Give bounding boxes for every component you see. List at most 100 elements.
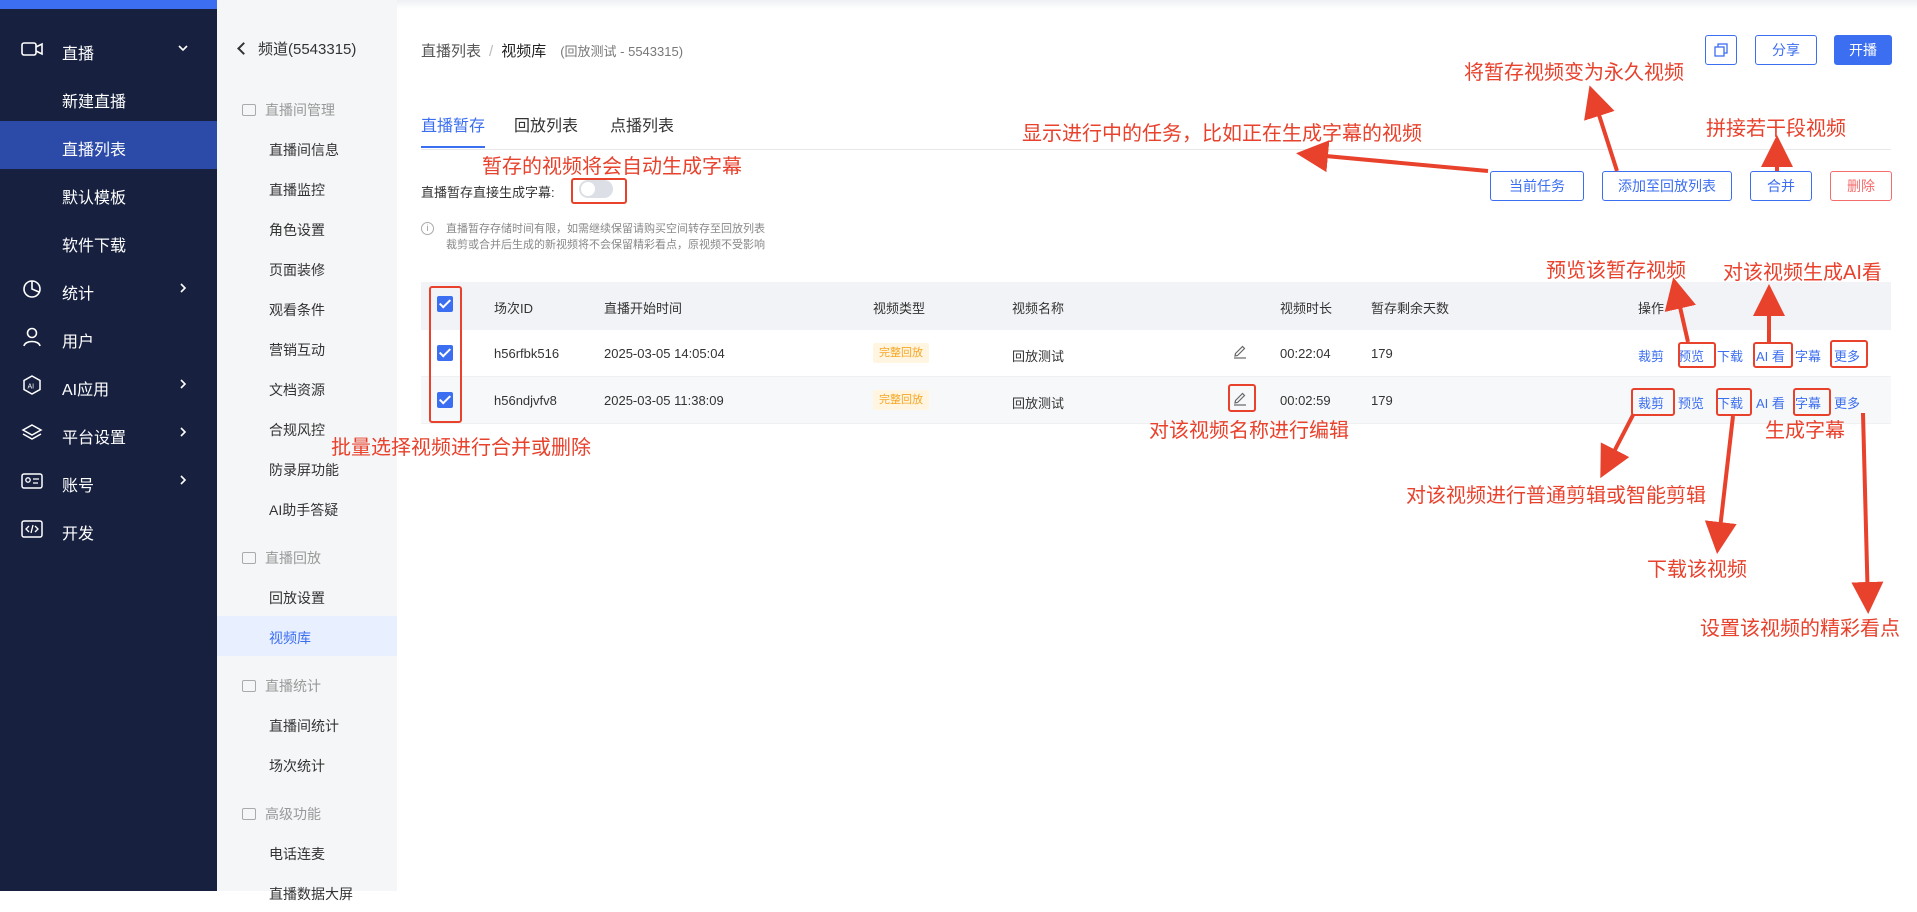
sub-item[interactable]: AI助手答疑 bbox=[217, 488, 397, 528]
header-start-time: 直播开始时间 bbox=[604, 301, 683, 316]
nav-label: 平台设置 bbox=[62, 430, 127, 447]
layers-icon bbox=[21, 424, 43, 440]
sub-item-label: 直播间统计 bbox=[269, 718, 339, 734]
breadcrumb-root[interactable]: 直播列表 bbox=[421, 43, 481, 60]
subtitle-link[interactable]: 字幕 bbox=[1795, 346, 1821, 365]
start-live-button[interactable]: 开播 bbox=[1834, 35, 1892, 65]
sub-item-label: 角色设置 bbox=[269, 222, 325, 238]
back-to-channel[interactable]: 频道(5543315) bbox=[237, 38, 356, 59]
annotation-box-preview bbox=[1678, 342, 1716, 368]
tab-playback-list[interactable]: 回放列表 bbox=[514, 112, 578, 136]
table-row: h56rfbk516 2025-03-05 14:05:04 完整回放 回放测试… bbox=[421, 330, 1891, 377]
nav-sub-label: 新建直播 bbox=[62, 94, 127, 111]
cell-name: 回放测试 bbox=[1012, 396, 1065, 411]
sub-item[interactable]: 场次统计 bbox=[217, 744, 397, 784]
copy-button[interactable] bbox=[1705, 35, 1737, 65]
sub-item[interactable]: 直播监控 bbox=[217, 168, 397, 208]
nav-sub-live-list[interactable]: 直播列表 bbox=[0, 121, 217, 169]
chevron-right-icon bbox=[180, 379, 187, 389]
annotation-box-toggle bbox=[571, 178, 627, 204]
breadcrumb-current: 视频库 bbox=[501, 43, 547, 60]
cell-duration: 00:02:59 bbox=[1280, 393, 1331, 408]
sub-item[interactable]: 回放设置 bbox=[217, 576, 397, 616]
preview-link[interactable]: 预览 bbox=[1678, 393, 1704, 412]
bar-chart-icon bbox=[242, 680, 256, 692]
nav-label: 统计 bbox=[62, 286, 95, 303]
nav-item-live[interactable]: 直播 bbox=[0, 25, 217, 73]
code-icon bbox=[21, 520, 43, 538]
annotation-subtitle: 生成字幕 bbox=[1765, 420, 1845, 442]
nav-label: AI应用 bbox=[62, 382, 110, 399]
nav-item-users[interactable]: 用户 bbox=[0, 313, 217, 361]
annotation-auto-subtitle: 暂存的视频将会自动生成字幕 bbox=[482, 156, 742, 178]
info-line-1: 直播暂存存储时间有限，如需继续保留请购买空间转存至回放列表 bbox=[446, 223, 765, 235]
nav-item-platform-settings[interactable]: 平台设置 bbox=[0, 409, 217, 457]
sub-item[interactable]: 直播数据大屏 bbox=[217, 872, 397, 912]
sub-item[interactable]: 营销互动 bbox=[217, 328, 397, 368]
group-playback: 直播回放 bbox=[242, 548, 321, 568]
nav-sub-default-template[interactable]: 默认模板 bbox=[0, 169, 217, 217]
header-name: 视频名称 bbox=[1012, 301, 1065, 316]
nav-label: 直播 bbox=[62, 46, 95, 63]
cell-start-time: 2025-03-05 14:05:04 bbox=[604, 346, 725, 361]
edit-icon[interactable] bbox=[1232, 344, 1248, 360]
annotation-ai: 对该视频生成AI看 bbox=[1723, 262, 1882, 284]
nav-item-stats[interactable]: 统计 bbox=[0, 265, 217, 313]
copy-icon bbox=[1714, 43, 1728, 57]
cell-name: 回放测试 bbox=[1012, 349, 1065, 364]
nav-sub-software-download[interactable]: 软件下载 bbox=[0, 217, 217, 265]
header-duration: 视频时长 bbox=[1280, 301, 1333, 316]
sub-item-label: 观看条件 bbox=[269, 302, 325, 318]
download-link[interactable]: 下载 bbox=[1717, 346, 1743, 365]
sub-item-label: 营销互动 bbox=[269, 342, 325, 358]
annotation-preview: 预览该暂存视频 bbox=[1546, 260, 1686, 282]
type-badge: 完整回放 bbox=[873, 390, 929, 410]
nav-accent-bar bbox=[0, 0, 217, 9]
sub-item[interactable]: 文档资源 bbox=[217, 368, 397, 408]
sub-item-label: 直播间信息 bbox=[269, 142, 339, 158]
share-button[interactable]: 分享 bbox=[1755, 35, 1817, 65]
nav-label: 开发 bbox=[62, 526, 95, 543]
add-to-playback-button[interactable]: 添加至回放列表 bbox=[1602, 171, 1732, 201]
nav-sub-new-live[interactable]: 新建直播 bbox=[0, 73, 217, 121]
sub-item-label: 防录屏功能 bbox=[269, 462, 339, 478]
header-id: 场次ID bbox=[494, 301, 534, 316]
more-link[interactable]: 更多 bbox=[1834, 393, 1860, 412]
annotation-current-task: 显示进行中的任务，比如正在生成字幕的视频 bbox=[1022, 123, 1422, 145]
current-task-button[interactable]: 当前任务 bbox=[1490, 171, 1584, 201]
nav-item-account[interactable]: 账号 bbox=[0, 457, 217, 505]
group-title: 直播间管理 bbox=[265, 102, 335, 118]
group-live-stats: 直播统计 bbox=[242, 676, 321, 696]
tab-live-temp[interactable]: 直播暂存 bbox=[421, 112, 485, 136]
sub-item[interactable]: 直播间信息 bbox=[217, 128, 397, 168]
sub-item-label: 合规风控 bbox=[269, 422, 325, 438]
cell-days-left: 179 bbox=[1371, 346, 1393, 361]
annotation-box-edit bbox=[1228, 384, 1256, 412]
nav-item-ai[interactable]: AI AI应用 bbox=[0, 361, 217, 409]
cell-days-left: 179 bbox=[1371, 393, 1393, 408]
annotation-permanent: 将暂存视频变为永久视频 bbox=[1464, 62, 1684, 84]
sub-item[interactable]: 页面装修 bbox=[217, 248, 397, 288]
annotation-box-ai bbox=[1753, 342, 1793, 368]
tab-vod-list[interactable]: 点播列表 bbox=[610, 112, 674, 136]
sub-item[interactable]: 电话连麦 bbox=[217, 832, 397, 872]
merge-button[interactable]: 合并 bbox=[1750, 171, 1812, 201]
sub-item-video-library[interactable]: 视频库 bbox=[217, 616, 397, 656]
clip-link[interactable]: 裁剪 bbox=[1638, 346, 1664, 365]
nav-item-develop[interactable]: 开发 bbox=[0, 505, 217, 553]
group-title: 高级功能 bbox=[265, 806, 321, 822]
sub-item[interactable]: 角色设置 bbox=[217, 208, 397, 248]
nav-label: 账号 bbox=[62, 478, 95, 495]
group-title: 直播统计 bbox=[265, 678, 321, 694]
sub-item[interactable]: 观看条件 bbox=[217, 288, 397, 328]
chevron-down-icon bbox=[178, 45, 188, 52]
annotation-clip: 对该视频进行普通剪辑或智能剪辑 bbox=[1406, 485, 1706, 507]
ai-watch-link[interactable]: AI 看 bbox=[1756, 393, 1785, 412]
play-icon bbox=[242, 552, 256, 564]
delete-button[interactable]: 删除 bbox=[1830, 171, 1892, 201]
ai-hex-icon: AI bbox=[23, 375, 41, 395]
breadcrumb-separator: / bbox=[489, 43, 494, 60]
sub-item[interactable]: 直播间统计 bbox=[217, 704, 397, 744]
group-room-management: 直播间管理 bbox=[242, 100, 335, 120]
crown-icon bbox=[242, 808, 256, 820]
